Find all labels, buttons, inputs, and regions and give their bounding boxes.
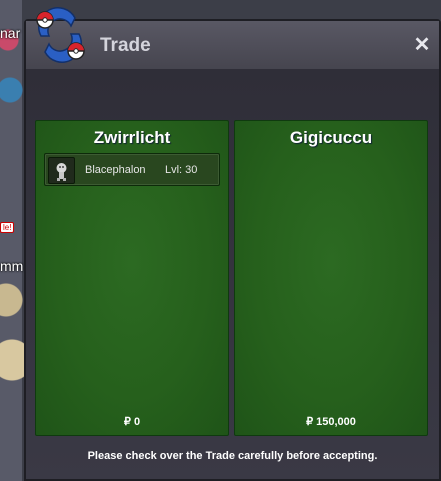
trade-panel-self: Zwirrlicht Blacephalon Lvl: 30 ₽ 0 [35,120,229,436]
pokemon-name: Blacephalon [85,164,146,176]
trade-body: Zwirrlicht Blacephalon Lvl: 30 ₽ 0 Gigic… [26,69,439,479]
pokemon-offer-slot[interactable]: Blacephalon Lvl: 30 [44,153,220,186]
trader-name: Gigicuccu [289,128,373,147]
trade-notice-text: Please check over the Trade carefully be… [87,450,378,462]
close-icon[interactable]: ✕ [411,34,433,56]
npc-name-label: mm [0,258,24,274]
trade-panel-partner: Gigicuccu ₽ 150,000 [234,120,428,436]
money-offer: ₽ 0 [123,416,141,428]
money-offer: ₽ 150,000 [306,416,356,428]
blacephalon-sprite-icon [48,157,75,184]
trade-window: Trade ✕ Zwirrlicht Blacephalon Lvl: 30 ₽… [24,19,441,481]
npc-name-label: nar [0,25,21,41]
trader-name: Zwirrlicht [93,128,171,147]
trade-pokeball-icon [31,6,89,64]
pokemon-level: Lvl: 30 [165,164,198,176]
window-title: Trade [100,35,151,56]
npc-speech-badge: le! [0,222,15,233]
